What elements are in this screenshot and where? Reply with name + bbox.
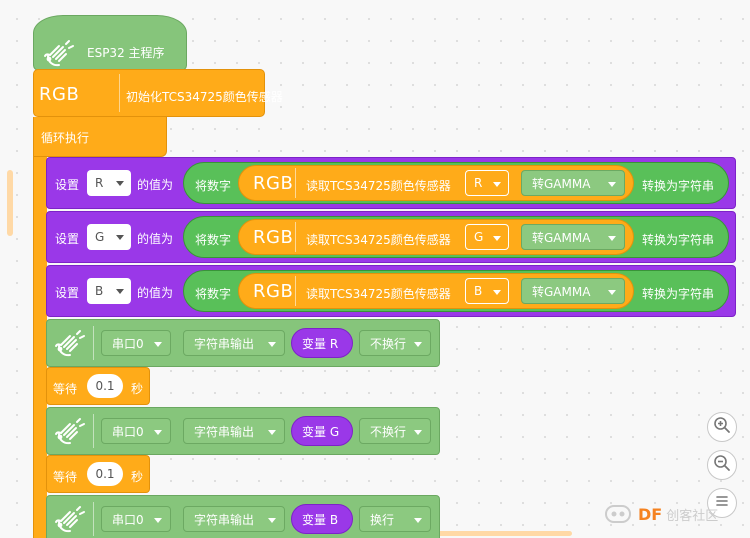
wait-block[interactable]: 等待 0.1 秒 xyxy=(46,455,150,493)
serial-print-block-g[interactable]: 串口0 字符串输出 变量 G 不换行 xyxy=(46,407,440,455)
set-variable-block-g[interactable]: 设置 G 的值为 将数字 RGB 读取TCS34725颜色传感器 G 转GAMM… xyxy=(46,211,736,263)
variable-reporter[interactable]: 变量 R xyxy=(291,328,353,358)
to-string-label: 转换为字符串 xyxy=(642,233,715,247)
variable-dropdown[interactable]: B xyxy=(87,278,131,304)
hand-icon xyxy=(42,38,76,71)
to-string-block[interactable]: 将数字 RGB 读取TCS34725颜色传感器 R 转GAMMA 转换为字符串 xyxy=(183,162,729,204)
variable-reporter[interactable]: 变量 G xyxy=(291,416,353,446)
serial-port-dropdown[interactable]: 串口0 xyxy=(101,330,171,356)
seconds-unit-label: 秒 xyxy=(131,382,144,396)
newline-dropdown[interactable]: 换行 xyxy=(359,506,431,532)
output-mode-dropdown[interactable]: 字符串输出 xyxy=(183,506,285,532)
set-label: 设置 xyxy=(55,286,80,300)
value-label: 的值为 xyxy=(137,286,174,300)
divider xyxy=(93,502,94,536)
divider xyxy=(295,276,296,306)
init-sensor-block[interactable]: RGB 初始化TCS34725颜色传感器 xyxy=(33,69,283,117)
divider xyxy=(295,222,296,252)
hand-icon xyxy=(53,416,87,449)
hand-icon xyxy=(53,504,87,537)
rgb-badge: RGB xyxy=(39,84,80,105)
channel-dropdown[interactable]: G xyxy=(465,224,509,250)
seconds-unit-label: 秒 xyxy=(131,470,144,484)
read-sensor-block[interactable]: RGB 读取TCS34725颜色传感器 G 转GAMMA xyxy=(238,219,634,255)
zoom-in-icon xyxy=(713,416,731,438)
serial-port-dropdown[interactable]: 串口0 xyxy=(101,506,171,532)
newline-dropdown[interactable]: 不换行 xyxy=(359,418,431,444)
loop-block[interactable]: 循环执行 xyxy=(33,117,167,157)
logo-text: 创客社区 xyxy=(666,508,719,524)
read-sensor-block[interactable]: RGB 读取TCS34725颜色传感器 R 转GAMMA xyxy=(238,165,634,201)
zoom-out-button[interactable] xyxy=(707,450,737,480)
logo-icon xyxy=(600,500,636,528)
wait-label: 等待 xyxy=(53,470,78,484)
channel-dropdown[interactable]: R xyxy=(465,170,509,196)
rgb-badge: RGB xyxy=(253,227,294,248)
set-variable-block-b[interactable]: 设置 B 的值为 将数字 RGB 读取TCS34725颜色传感器 B 转GAMM… xyxy=(46,265,736,317)
variable-dropdown[interactable]: G xyxy=(87,224,131,250)
wait-block[interactable]: 等待 0.1 秒 xyxy=(46,367,150,405)
zoom-out-icon xyxy=(713,454,731,476)
number-label: 将数字 xyxy=(195,233,232,247)
watermark-logo: DF 创客社区 xyxy=(600,496,740,532)
serial-port-dropdown[interactable]: 串口0 xyxy=(101,418,171,444)
rgb-badge: RGB xyxy=(253,173,294,194)
rgb-badge: RGB xyxy=(253,281,294,302)
output-mode-dropdown[interactable]: 字符串输出 xyxy=(183,330,285,356)
wait-seconds-input[interactable]: 0.1 xyxy=(87,374,123,398)
gamma-dropdown[interactable]: 转GAMMA xyxy=(521,224,625,250)
divider xyxy=(295,168,296,198)
to-string-block[interactable]: 将数字 RGB 读取TCS34725颜色传感器 G 转GAMMA 转换为字符串 xyxy=(183,216,729,258)
to-string-label: 转换为字符串 xyxy=(642,179,715,193)
set-label: 设置 xyxy=(55,232,80,246)
main-program-block[interactable]: ESP32 主程序 xyxy=(33,15,187,71)
wait-seconds-input[interactable]: 0.1 xyxy=(87,462,123,486)
zoom-in-button[interactable] xyxy=(707,412,737,442)
variable-dropdown[interactable]: R xyxy=(87,170,131,196)
gamma-dropdown[interactable]: 转GAMMA xyxy=(521,170,625,196)
read-sensor-label: 读取TCS34725颜色传感器 xyxy=(306,233,451,247)
output-mode-dropdown[interactable]: 字符串输出 xyxy=(183,418,285,444)
serial-print-block-r[interactable]: 串口0 字符串输出 变量 R 不换行 xyxy=(46,319,440,367)
value-label: 的值为 xyxy=(137,232,174,246)
number-label: 将数字 xyxy=(195,179,232,193)
init-sensor-label: 初始化TCS34725颜色传感器 xyxy=(126,90,283,104)
divider xyxy=(119,74,120,112)
divider xyxy=(93,414,94,448)
read-sensor-label: 读取TCS34725颜色传感器 xyxy=(306,179,451,193)
read-sensor-block[interactable]: RGB 读取TCS34725颜色传感器 B 转GAMMA xyxy=(238,273,634,309)
read-sensor-label: 读取TCS34725颜色传感器 xyxy=(306,287,451,301)
to-string-block[interactable]: 将数字 RGB 读取TCS34725颜色传感器 B 转GAMMA 转换为字符串 xyxy=(183,270,729,312)
logo-brand: DF xyxy=(638,504,663,524)
number-label: 将数字 xyxy=(195,287,232,301)
gamma-dropdown[interactable]: 转GAMMA xyxy=(521,278,625,304)
newline-dropdown[interactable]: 不换行 xyxy=(359,330,431,356)
loop-arm xyxy=(33,150,47,538)
loop-label: 循环执行 xyxy=(41,131,90,145)
serial-print-block-b[interactable]: 串口0 字符串输出 变量 B 换行 xyxy=(46,495,440,538)
value-label: 的值为 xyxy=(137,178,174,192)
divider xyxy=(93,326,94,360)
set-variable-block-r[interactable]: 设置 R 的值为 将数字 RGB 读取TCS34725颜色传感器 R 转GAMM… xyxy=(46,157,736,209)
set-label: 设置 xyxy=(55,178,80,192)
wait-label: 等待 xyxy=(53,382,78,396)
main-program-label: ESP32 主程序 xyxy=(87,46,165,60)
to-string-label: 转换为字符串 xyxy=(642,287,715,301)
hand-icon xyxy=(53,328,87,361)
variable-reporter[interactable]: 变量 B xyxy=(291,504,353,534)
channel-dropdown[interactable]: B xyxy=(465,278,509,304)
vertical-scrollbar[interactable] xyxy=(7,170,13,236)
